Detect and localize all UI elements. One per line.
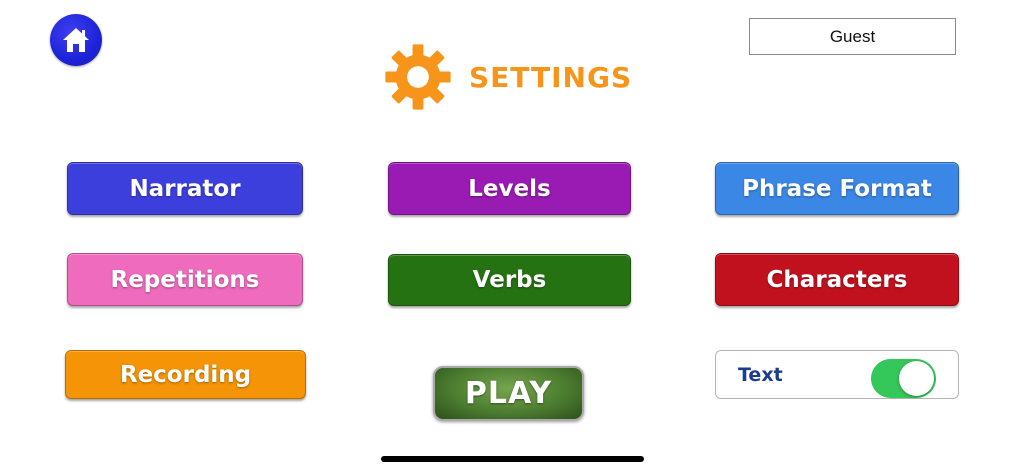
phrase-format-button[interactable]: Phrase Format bbox=[715, 162, 959, 215]
text-toggle-row: Text bbox=[715, 350, 959, 399]
verbs-button[interactable]: Verbs bbox=[388, 254, 631, 306]
characters-button[interactable]: Characters bbox=[715, 253, 959, 306]
page-header: SETTINGS bbox=[384, 42, 632, 112]
play-button[interactable]: PLAY bbox=[433, 366, 584, 421]
levels-button[interactable]: Levels bbox=[388, 162, 631, 215]
recording-button[interactable]: Recording bbox=[65, 350, 306, 399]
text-toggle-label: Text bbox=[738, 364, 783, 386]
gear-icon bbox=[384, 43, 452, 111]
toggle-knob bbox=[899, 361, 934, 396]
text-toggle-switch[interactable] bbox=[871, 359, 936, 398]
repetitions-button[interactable]: Repetitions bbox=[67, 253, 303, 306]
home-icon bbox=[61, 26, 91, 54]
narrator-button[interactable]: Narrator bbox=[67, 162, 303, 215]
page-title: SETTINGS bbox=[469, 60, 633, 94]
settings-screen: Guest SETTINGS Narrator Levels Phrase Fo… bbox=[0, 0, 1024, 472]
home-button[interactable] bbox=[50, 14, 102, 66]
home-indicator[interactable] bbox=[381, 456, 644, 462]
user-name-box[interactable]: Guest bbox=[749, 18, 956, 55]
